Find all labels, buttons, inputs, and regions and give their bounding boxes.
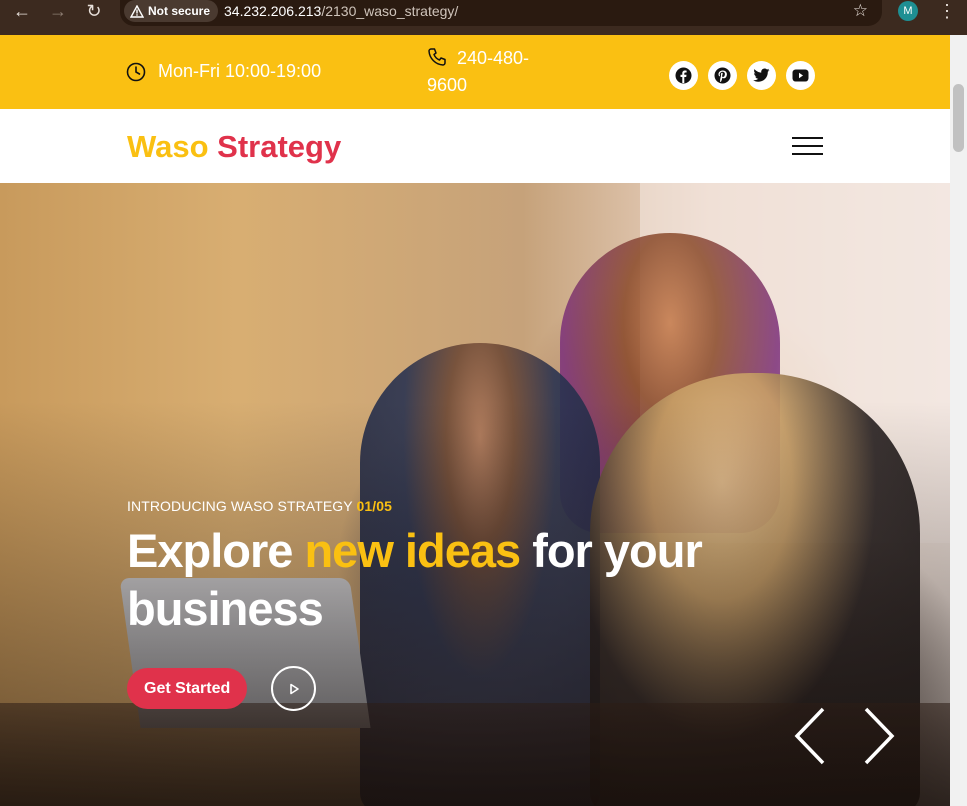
youtube-link[interactable]: [786, 61, 815, 90]
forward-arrow-icon[interactable]: →: [46, 0, 70, 24]
site-logo[interactable]: Waso Strategy: [127, 129, 341, 165]
warning-icon: [130, 4, 144, 18]
logo-part-2: Strategy: [217, 129, 342, 164]
slide-counter: 01/05: [356, 498, 393, 514]
clock-icon: [126, 62, 146, 81]
logo-part-1: Waso: [127, 129, 209, 164]
browser-toolbar: ← → ↻ Not secure 34.232.206.213/2130_was…: [0, 0, 967, 35]
reload-icon[interactable]: ↻: [82, 0, 106, 24]
site-header: Waso Strategy: [0, 109, 950, 183]
back-arrow-icon[interactable]: ←: [10, 0, 34, 24]
pinterest-link[interactable]: [708, 61, 737, 90]
address-bar[interactable]: Not secure 34.232.206.213/2130_waso_stra…: [120, 0, 882, 26]
play-video-button[interactable]: [271, 666, 317, 711]
twitter-link[interactable]: [747, 61, 776, 90]
security-chip[interactable]: Not secure: [124, 0, 219, 22]
get-started-button[interactable]: Get Started: [127, 668, 248, 709]
browser-menu-icon[interactable]: ⋮: [938, 0, 956, 22]
hero-title: Explore new ideas for your business: [127, 522, 767, 638]
url-host: 34.232.206.213: [224, 3, 322, 19]
hero-title-start: Explore: [127, 524, 293, 577]
page-scrollbar[interactable]: [950, 35, 967, 806]
phone-text: 240-480-9600: [427, 48, 530, 95]
hero-title-accent: new ideas: [304, 524, 521, 577]
top-info-bar: Mon-Fri 10:00-19:00 240-480-9600: [0, 35, 950, 109]
slider-next-button[interactable]: [858, 706, 898, 766]
hero-slider: INTRODUCING WASO STRATEGY 01/05 Explore …: [0, 183, 950, 806]
security-label: Not secure: [148, 4, 211, 18]
url-text[interactable]: 34.232.206.213/2130_waso_strategy/: [224, 0, 458, 22]
scrollbar-thumb[interactable]: [953, 84, 964, 152]
bookmark-star-icon[interactable]: ☆: [853, 0, 868, 22]
profile-avatar[interactable]: M: [898, 1, 918, 21]
chevron-right-icon: [864, 707, 895, 765]
slider-prev-button[interactable]: [791, 706, 831, 766]
hamburger-menu-icon[interactable]: [792, 136, 824, 158]
chevron-left-icon: [794, 707, 825, 765]
pinterest-icon: [714, 67, 731, 84]
url-path: /2130_waso_strategy/: [321, 3, 459, 19]
hero-eyebrow: INTRODUCING WASO STRATEGY 01/05: [127, 498, 767, 514]
hero-actions: Get Started: [127, 666, 317, 711]
hero-content: INTRODUCING WASO STRATEGY 01/05 Explore …: [127, 498, 767, 638]
eyebrow-text: INTRODUCING WASO STRATEGY: [127, 498, 353, 514]
hours-text: Mon-Fri 10:00-19:00: [158, 61, 322, 81]
social-links: [669, 61, 815, 90]
opening-hours: Mon-Fri 10:00-19:00: [126, 61, 321, 82]
twitter-icon: [753, 68, 770, 82]
youtube-icon: [792, 69, 809, 82]
phone-contact[interactable]: 240-480-9600: [427, 45, 567, 99]
play-icon: [289, 683, 299, 694]
facebook-icon: [675, 67, 692, 84]
facebook-link[interactable]: [669, 61, 698, 90]
phone-icon: [428, 48, 446, 66]
